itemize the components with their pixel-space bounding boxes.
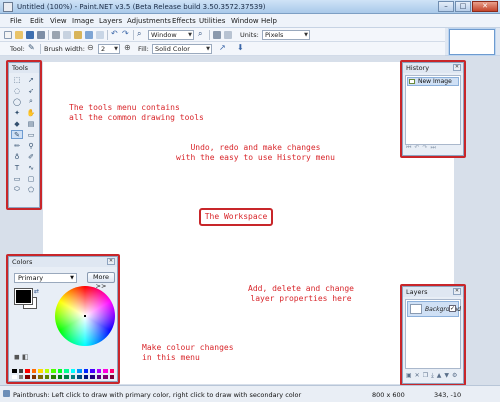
deselect-icon[interactable] xyxy=(96,31,104,39)
units-label: Units: xyxy=(240,31,259,39)
image-tab-thumbnail[interactable] xyxy=(449,29,495,55)
toolbar-separator xyxy=(209,30,210,40)
image-size-readout: 800 x 600 xyxy=(372,391,405,399)
grid-icon[interactable] xyxy=(213,31,221,39)
main-toolbar: ↶ ↷ ⌕ Window ▼ ⌕ Units: Pixels ▼ xyxy=(0,28,445,42)
undo-icon[interactable]: ↶ xyxy=(111,29,119,38)
history-annotation: Undo, redo and make changes with the eas… xyxy=(176,143,335,162)
menu-edit[interactable]: Edit xyxy=(30,17,44,25)
copy-icon[interactable] xyxy=(63,31,71,39)
ruler-icon[interactable] xyxy=(224,31,232,39)
menu-layers[interactable]: Layers xyxy=(99,17,122,25)
zoom-in-icon[interactable]: ⌕ xyxy=(198,29,206,38)
toolbar-separator xyxy=(48,30,49,40)
paintnet-app-icon[interactable] xyxy=(3,2,13,12)
chevron-down-icon: ▼ xyxy=(188,32,192,38)
workspace-annotation: The Workspace xyxy=(199,208,273,226)
fill-combo-value: Solid Color xyxy=(155,45,190,53)
menu-effects[interactable]: Effects xyxy=(172,17,196,25)
menu-window[interactable]: Window xyxy=(231,17,259,25)
decrease-width-icon[interactable]: ⊖ xyxy=(87,43,95,52)
menu-image[interactable]: Image xyxy=(72,17,94,25)
layers-annotation: Add, delete and change layer properties … xyxy=(248,284,354,303)
status-text: Paintbrush: Left click to draw with prim… xyxy=(13,391,302,399)
toolbar-separator xyxy=(40,44,41,54)
tool-label: Tool: xyxy=(10,45,25,53)
units-combo[interactable]: Pixels ▼ xyxy=(262,30,310,40)
increase-width-icon[interactable]: ⊕ xyxy=(124,43,132,52)
blend-mode-icon[interactable]: ⬇ xyxy=(237,43,245,52)
tools-annotation: The tools menu contains all the common d… xyxy=(69,103,204,122)
fill-combo[interactable]: Solid Color ▼ xyxy=(152,44,212,54)
image-thumbnail-strip xyxy=(445,28,500,56)
minimize-button[interactable]: – xyxy=(438,1,454,12)
brush-width-value: 2 xyxy=(101,45,106,53)
menu-help[interactable]: Help xyxy=(261,17,277,25)
zoom-combo-value: Window xyxy=(151,31,177,39)
toolbar-separator xyxy=(107,30,108,40)
tool-options-toolbar: Tool: ✎ Brush width: ⊖ 2 ▼ ⊕ Fill: Solid… xyxy=(0,42,445,56)
zoom-icon[interactable]: ⌕ xyxy=(137,29,145,38)
menu-file[interactable]: File xyxy=(10,17,22,25)
colors-annotation: Make colour changes in this menu xyxy=(142,343,234,362)
window-title: Untitled (100%) - Paint.NET v3.5 (Beta R… xyxy=(17,3,266,11)
chevron-down-icon: ▼ xyxy=(304,32,308,38)
print-icon[interactable] xyxy=(37,31,45,39)
crop-icon[interactable] xyxy=(85,31,93,39)
open-folder-icon[interactable] xyxy=(15,31,23,39)
paintbrush-status-icon xyxy=(3,390,10,397)
units-combo-value: Pixels xyxy=(265,31,284,39)
menu-adjustments[interactable]: Adjustments xyxy=(127,17,171,25)
chevron-down-icon: ▼ xyxy=(206,46,210,52)
cursor-position-readout: 343, -10 xyxy=(434,391,462,399)
cut-icon[interactable] xyxy=(52,31,60,39)
close-button[interactable]: ✕ xyxy=(472,1,498,12)
redo-icon[interactable]: ↷ xyxy=(122,29,130,38)
menu-bar: File Edit View Image Layers Adjustments … xyxy=(0,14,500,28)
status-bar: Paintbrush: Left click to draw with prim… xyxy=(0,385,500,402)
antialiasing-icon[interactable]: ↗ xyxy=(219,43,227,52)
title-bar: Untitled (100%) - Paint.NET v3.5 (Beta R… xyxy=(0,0,500,14)
tools-highlight-frame xyxy=(6,60,42,210)
toolbar-separator xyxy=(133,30,134,40)
save-icon[interactable] xyxy=(26,31,34,39)
new-file-icon[interactable] xyxy=(4,31,12,39)
paste-icon[interactable] xyxy=(74,31,82,39)
zoom-window-combo[interactable]: Window ▼ xyxy=(148,30,194,40)
window-controls: – □ ✕ xyxy=(438,1,498,12)
history-highlight-frame xyxy=(400,60,466,158)
chevron-down-icon: ▼ xyxy=(114,46,118,52)
paintbrush-icon[interactable]: ✎ xyxy=(28,43,36,52)
brush-width-label: Brush width: xyxy=(44,45,85,53)
menu-view[interactable]: View xyxy=(50,17,67,25)
brush-width-combo[interactable]: 2 ▼ xyxy=(98,44,120,54)
fill-label: Fill: xyxy=(138,45,149,53)
maximize-button[interactable]: □ xyxy=(455,1,471,12)
layers-highlight-frame xyxy=(400,284,466,386)
colors-highlight-frame xyxy=(6,254,120,384)
menu-utilities[interactable]: Utilities xyxy=(199,17,225,25)
